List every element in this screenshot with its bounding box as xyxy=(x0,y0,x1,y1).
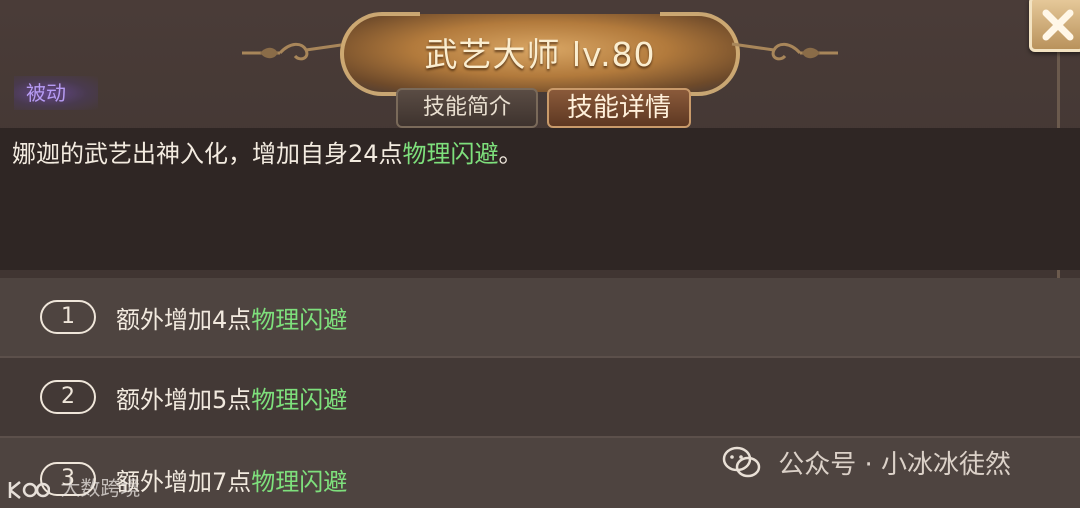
watermark-left-text: 大数跨境 xyxy=(60,476,141,500)
wechat-icon xyxy=(722,446,761,477)
bonus-label: 额外增加4点 xyxy=(116,306,252,334)
close-x-icon xyxy=(1042,9,1074,41)
bonus-row: 2 额外增加5点物理闪避 xyxy=(0,358,1080,438)
tab-skill-detail[interactable]: 技能详情 xyxy=(547,88,691,128)
description-highlight: 物理闪避 xyxy=(402,140,499,168)
close-button[interactable] xyxy=(1029,0,1080,52)
bonus-number-badge: 2 xyxy=(40,380,96,414)
bonus-highlight: 物理闪避 xyxy=(251,306,348,334)
title-banner: 武艺大师 lv.80 xyxy=(240,10,840,96)
watermark-left: 大数跨境 xyxy=(6,472,140,502)
brand-logo-icon xyxy=(8,480,50,499)
banner-ornament-right-icon xyxy=(731,42,838,61)
bonus-number-badge: 1 xyxy=(40,300,96,334)
bonus-row: 1 额外增加4点物理闪避 xyxy=(0,278,1080,358)
skill-type-tag: 被动 xyxy=(14,76,98,110)
description-suffix: 。 xyxy=(498,140,523,168)
bonus-highlight: 物理闪避 xyxy=(251,386,348,414)
skill-description: 娜迦的武艺出神入化，增加自身24点物理闪避。 xyxy=(12,134,523,169)
bonus-highlight: 物理闪避 xyxy=(251,468,348,496)
watermark-right: 公众号 · 小冰冰徒然 xyxy=(722,444,1011,484)
bonus-label: 额外增加5点 xyxy=(116,386,252,414)
banner-ornament-left-icon xyxy=(242,42,349,61)
tab-skill-intro[interactable]: 技能简介 xyxy=(396,88,538,128)
description-prefix: 娜迦的武艺出神入化，增加自身24点 xyxy=(12,140,403,168)
skill-title: 武艺大师 lv.80 xyxy=(424,35,656,74)
bonus-text: 额外增加7点物理闪避 xyxy=(116,462,347,497)
bonus-text: 额外增加4点物理闪避 xyxy=(116,300,347,335)
bonus-text: 额外增加5点物理闪避 xyxy=(116,380,347,415)
watermark-right-text: 公众号 · 小冰冰徒然 xyxy=(778,450,1012,480)
